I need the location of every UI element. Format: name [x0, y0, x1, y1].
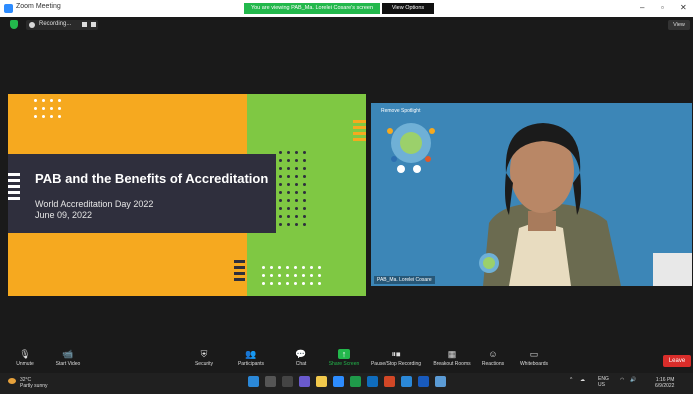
slide-title-band	[8, 154, 276, 233]
close-icon[interactable]: ✕	[680, 3, 687, 12]
cloud-icon[interactable]: ☁	[580, 377, 585, 383]
whiteboard-icon: ▭	[529, 349, 539, 359]
slide-title: PAB and the Benefits of Accreditation	[35, 171, 269, 186]
participants-icon: 👥	[245, 349, 257, 359]
weather-text: Partly sunny	[20, 383, 48, 389]
remove-spotlight-label[interactable]: Remove Spotlight	[381, 108, 420, 114]
breakout-rooms-button[interactable]: ▦ Breakout Rooms	[430, 342, 474, 373]
unmute-label: Unmute	[16, 361, 34, 367]
video-off-icon: 📹	[62, 349, 74, 359]
whiteboards-label: Whiteboards	[519, 361, 549, 367]
participants-button[interactable]: 👥 Participants	[229, 342, 273, 373]
view-options-button[interactable]: View Options	[382, 3, 434, 14]
leave-button[interactable]: Leave	[663, 355, 691, 367]
slide-dot-pattern-bottom	[262, 266, 321, 285]
photos-icon[interactable]	[435, 376, 446, 387]
share-screen-icon: ↑	[338, 349, 350, 359]
breakout-rooms-icon: ▦	[447, 349, 457, 359]
participant-portrait	[387, 123, 692, 286]
whiteboards-button[interactable]: ▭ Whiteboards	[512, 342, 556, 373]
chrome-icon[interactable]	[350, 376, 361, 387]
chat-label: Chat	[295, 361, 307, 367]
security-label: Security	[194, 361, 214, 367]
stop-recording-icon[interactable]	[91, 22, 96, 27]
zoom-icon[interactable]	[333, 376, 344, 387]
wifi-icon[interactable]: ◠	[620, 377, 624, 383]
search-icon[interactable]	[265, 376, 276, 387]
reactions-button[interactable]: ☺ Reactions	[471, 342, 515, 373]
window-titlebar: Zoom Meeting You are viewing PAB_Ma. Lor…	[0, 0, 693, 17]
reactions-label: Reactions	[481, 361, 505, 367]
recording-icon: ⏸⏹	[391, 349, 401, 359]
microphone-muted-icon: 🎙	[19, 349, 31, 359]
zoom-logo-icon	[4, 4, 13, 13]
security-button[interactable]: ⛨ Security	[182, 342, 226, 373]
taskbar-apps	[248, 376, 446, 387]
clock-date: 6/9/2022	[655, 383, 675, 389]
chat-icon: 💬	[295, 349, 307, 359]
language-bottom: US	[598, 382, 605, 388]
viewing-banner: You are viewing PAB_Ma. Lorelei Cosare's…	[244, 3, 380, 14]
chat-button[interactable]: 💬 Chat	[279, 342, 323, 373]
unmute-button[interactable]: 🎙 Unmute	[3, 342, 47, 373]
pause-stop-recording-button[interactable]: ⏸⏹ Pause/Stop Recording	[368, 342, 424, 373]
edge-icon[interactable]	[367, 376, 378, 387]
start-icon[interactable]	[248, 376, 259, 387]
slide-bars-left	[8, 173, 20, 200]
recording-indicator: Recording...	[26, 20, 98, 30]
encryption-shield-icon[interactable]	[10, 20, 18, 29]
start-video-button[interactable]: 📹 Start Video	[46, 342, 90, 373]
breakout-rooms-label: Breakout Rooms	[433, 361, 471, 367]
office-icon[interactable]	[384, 376, 395, 387]
outlook-icon[interactable]	[401, 376, 412, 387]
weather-icon[interactable]	[8, 378, 16, 384]
slide-dot-pattern-top	[34, 99, 61, 118]
slide-date: June 09, 2022	[35, 210, 93, 220]
language-indicator[interactable]: ENG US	[598, 376, 609, 388]
participant-name: PAB_Ma. Lorelei Cosare	[374, 276, 435, 284]
minimize-icon[interactable]: –	[640, 3, 644, 12]
shield-icon: ⛨	[200, 349, 208, 359]
participants-label: Participants	[237, 361, 265, 367]
slide-bars-bottom	[234, 260, 245, 281]
teams-icon[interactable]	[299, 376, 310, 387]
weather-widget[interactable]: 32°C Partly sunny	[20, 377, 48, 389]
recording-dot-icon	[29, 22, 35, 28]
view-button[interactable]: View	[668, 20, 690, 30]
task-view-icon[interactable]	[282, 376, 293, 387]
shared-slide: PAB and the Benefits of Accreditation Wo…	[8, 94, 366, 296]
recording-label: Recording...	[39, 21, 72, 27]
slide-bars-right	[353, 120, 366, 141]
volume-icon[interactable]: 🔊	[630, 377, 636, 383]
share-screen-label: Share Screen	[328, 361, 360, 367]
window-title: Zoom Meeting	[16, 3, 61, 10]
reactions-icon: ☺	[488, 349, 498, 359]
slide-subtitle: World Accreditation Day 2022	[35, 199, 154, 209]
maximize-icon[interactable]: ▫	[661, 3, 664, 12]
pause-recording-icon[interactable]	[82, 22, 87, 27]
start-video-label: Start Video	[55, 361, 81, 367]
share-screen-button[interactable]: ↑ Share Screen	[322, 342, 366, 373]
tray-chevron-icon[interactable]: ^	[570, 377, 572, 383]
meeting-toolbar: 🎙 Unmute 📹 Start Video ⛨ Security 👥 Part…	[0, 342, 693, 373]
taskbar-clock[interactable]: 1:16 PM 6/9/2022	[655, 377, 674, 389]
participant-video[interactable]: Remove Spotlight PAB_Ma. Lorelei Cosare	[371, 103, 692, 286]
slide-dot-pattern-right	[279, 151, 306, 226]
file-explorer-icon[interactable]	[316, 376, 327, 387]
recording-label-toolbar: Pause/Stop Recording	[370, 361, 422, 367]
word-icon[interactable]	[418, 376, 429, 387]
